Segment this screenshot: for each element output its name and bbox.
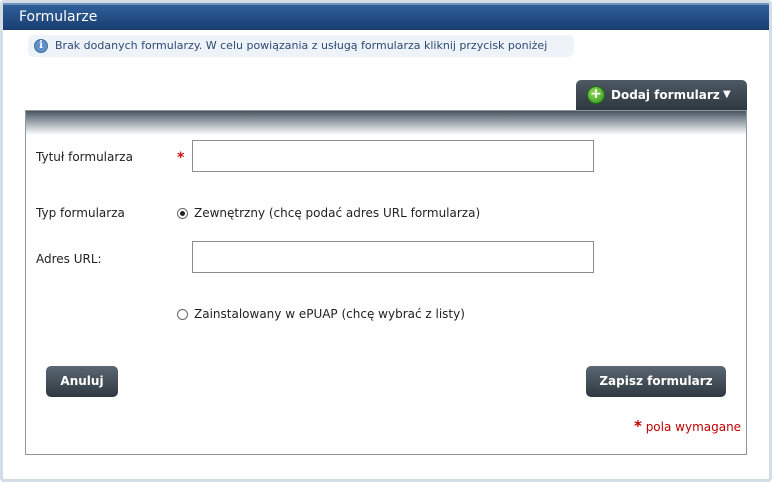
section-title: Formularze xyxy=(19,9,98,25)
type-external-radio[interactable] xyxy=(177,208,188,219)
form-title-input[interactable] xyxy=(192,140,594,172)
type-installed-radio[interactable] xyxy=(177,309,188,320)
info-text: Brak dodanych formularzy. W celu powiąza… xyxy=(55,39,548,52)
required-fields-note: * pola wymagane xyxy=(634,417,741,435)
plus-icon: + xyxy=(587,86,605,104)
save-form-button[interactable]: Zapisz formularz xyxy=(586,366,726,397)
url-input[interactable] xyxy=(192,241,594,273)
panel-header-gradient xyxy=(26,111,746,135)
section-header: Formularze xyxy=(3,3,769,30)
required-note-text: pola wymagane xyxy=(645,420,742,434)
add-form-button[interactable]: + Dodaj formularz ▼ xyxy=(576,80,747,110)
required-marker: * xyxy=(177,150,185,166)
type-installed-label[interactable]: Zainstalowany w ePUAP (chcę wybrać z lis… xyxy=(194,307,465,321)
cancel-button[interactable]: Anuluj xyxy=(46,366,118,397)
info-message: i Brak dodanych formularzy. W celu powią… xyxy=(28,35,574,57)
chevron-down-icon: ▼ xyxy=(723,89,731,100)
required-note-star: * xyxy=(634,417,642,435)
info-icon: i xyxy=(34,39,48,53)
type-external-label[interactable]: Zewnętrzny (chcę podać adres URL formula… xyxy=(194,206,480,220)
form-type-label: Typ formularza xyxy=(36,206,125,220)
add-form-label: Dodaj formularz xyxy=(611,88,720,102)
url-label: Adres URL: xyxy=(36,252,102,266)
form-title-label: Tytuł formularza xyxy=(36,150,133,164)
